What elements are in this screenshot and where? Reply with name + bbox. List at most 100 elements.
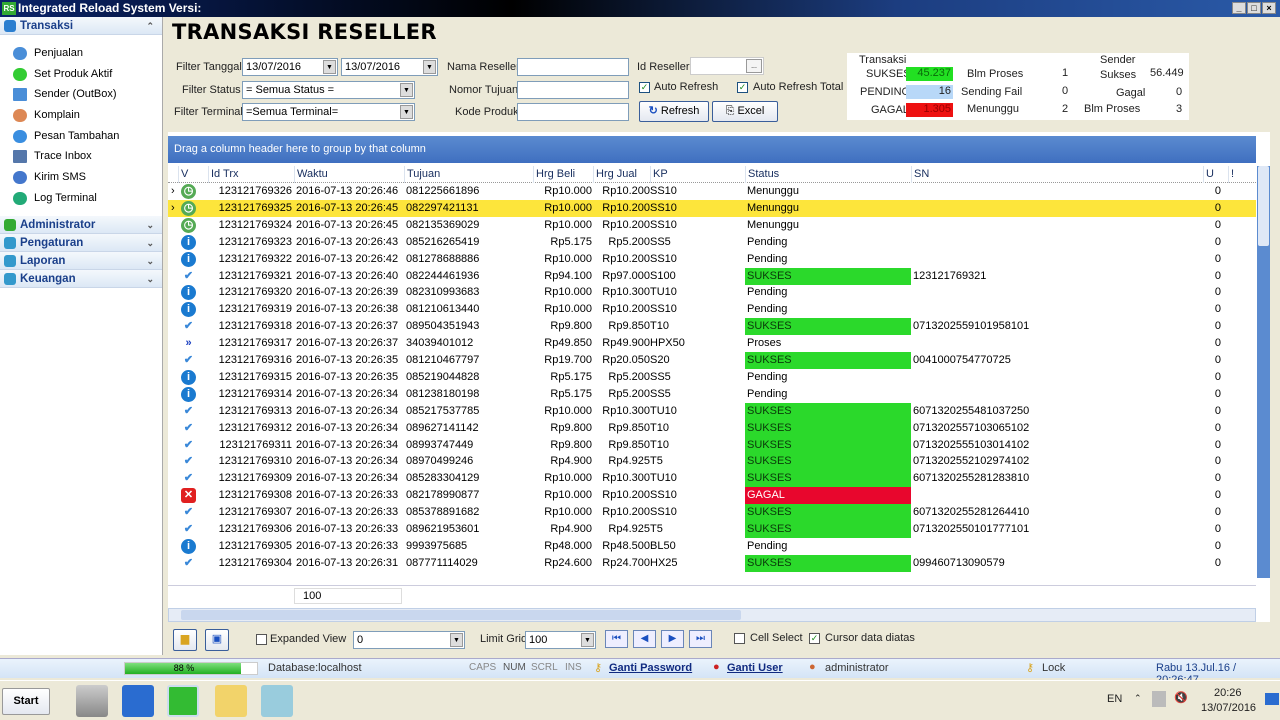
table-row[interactable]: i 123121769322 2016-07-13 20:26:42 08127868… <box>168 251 1256 268</box>
col-flag[interactable]: ! <box>1228 166 1256 183</box>
cursor-top-checkbox[interactable]: ✓ <box>809 633 820 644</box>
col-sn[interactable]: SN <box>911 166 1203 183</box>
tray-expand-icon[interactable]: ⌃ <box>1134 693 1142 704</box>
sidebar-item-sender[interactable]: Sender (OutBox) <box>0 84 162 105</box>
save-button[interactable]: ▣ <box>205 629 229 651</box>
dropdown-arrow-icon[interactable]: ▼ <box>450 633 463 647</box>
col-status[interactable]: Status <box>745 166 911 183</box>
close-button[interactable]: × <box>1262 2 1276 14</box>
table-row[interactable]: › ◷ 123121769325 2016-07-13 20:26:45 0822974… <box>168 199 1256 217</box>
kode-produk-input[interactable] <box>517 103 629 121</box>
sidebar-group-administrator[interactable]: Administrator ⌄ <box>0 215 162 234</box>
maximize-button[interactable]: □ <box>1247 2 1261 14</box>
table-row[interactable]: ✔ 123121769313 2016-07-13 20:26:34 08521753… <box>168 402 1256 420</box>
table-row[interactable]: ✔ 123121769311 2016-07-13 20:26:34 08993747… <box>168 436 1256 454</box>
minimize-button[interactable]: _ <box>1232 2 1246 14</box>
show-desktop-button[interactable] <box>1265 693 1279 705</box>
id-reseller-input[interactable]: ... <box>690 57 764 75</box>
network-icon[interactable] <box>1152 691 1166 707</box>
table-row[interactable]: › ◷ 123121769326 2016-07-13 20:26:46 0812256… <box>168 183 1256 200</box>
col-v[interactable]: V <box>178 166 208 183</box>
chevron-down-icon[interactable]: ⌄ <box>146 270 154 288</box>
table-row[interactable]: ✔ 123121769316 2016-07-13 20:26:35 08121046… <box>168 352 1256 369</box>
language-indicator[interactable]: EN <box>1107 693 1122 705</box>
col-hrg-jual[interactable]: Hrg Jual <box>593 166 650 183</box>
nomor-tujuan-input[interactable] <box>517 81 629 99</box>
sidebar-group-keuangan[interactable]: Keuangan ⌄ <box>0 269 162 288</box>
powershell-icon[interactable] <box>122 685 154 717</box>
dropdown-arrow-icon[interactable]: ▼ <box>423 60 436 74</box>
table-row[interactable]: i 123121769319 2016-07-13 20:26:38 08121061… <box>168 301 1256 318</box>
sidebar-item-penjualan[interactable]: Penjualan <box>0 43 162 64</box>
table-row[interactable]: ✔ 123121769312 2016-07-13 20:26:34 08962714… <box>168 419 1256 437</box>
table-row[interactable]: i 123121769320 2016-07-13 20:26:39 08231099… <box>168 284 1256 301</box>
sidebar-group-transaksi[interactable]: Transaksi ⌃ <box>0 17 162 35</box>
table-row[interactable]: ✔ 123121769310 2016-07-13 20:26:34 08970499… <box>168 453 1256 471</box>
table-row[interactable]: ✔ 123121769321 2016-07-13 20:26:40 08224446… <box>168 267 1256 285</box>
col-waktu[interactable]: Waktu <box>294 166 404 183</box>
table-row[interactable]: ✔ 123121769304 2016-07-13 20:26:31 08777111… <box>168 554 1256 572</box>
table-row[interactable]: i 123121769305 2016-07-13 20:26:33 99939756… <box>168 538 1256 555</box>
sidebar-item-pesan[interactable]: Pesan Tambahan <box>0 126 162 147</box>
col-id-trx[interactable]: Id Trx <box>208 166 294 183</box>
col-kp[interactable]: KP <box>650 166 745 183</box>
chevron-down-icon[interactable]: ⌄ <box>146 252 154 270</box>
sidebar-item-log[interactable]: Log Terminal <box>0 188 162 209</box>
dropdown-arrow-icon[interactable]: ▼ <box>400 83 413 97</box>
dropdown-arrow-icon[interactable]: ▼ <box>400 105 413 119</box>
prev-page-button[interactable]: ◀ <box>633 630 656 648</box>
horizontal-scrollbar[interactable] <box>168 608 1256 622</box>
sidebar-item-sms[interactable]: Kirim SMS <box>0 167 162 188</box>
table-row[interactable]: i 123121769314 2016-07-13 20:26:34 08123818… <box>168 386 1256 403</box>
open-folder-button[interactable]: ▆ <box>173 629 197 651</box>
sidebar-group-laporan[interactable]: Laporan ⌄ <box>0 251 162 270</box>
cell-select-checkbox[interactable] <box>734 633 745 644</box>
sidebar-item-trace[interactable]: Trace Inbox <box>0 146 162 167</box>
notepad-icon[interactable] <box>261 685 293 717</box>
browse-button[interactable]: ... <box>746 59 762 73</box>
dropdown-arrow-icon[interactable]: ▼ <box>323 60 336 74</box>
date-from-picker[interactable]: 13/07/2016 ▼ <box>242 58 338 76</box>
table-row[interactable]: i 123121769323 2016-07-13 20:26:43 08521626… <box>168 234 1256 251</box>
ganti-user-link[interactable]: Ganti User <box>727 662 783 674</box>
status-select[interactable]: = Semua Status = ▼ <box>242 81 415 99</box>
nama-reseller-input[interactable] <box>517 58 629 76</box>
chevron-up-icon[interactable]: ⌃ <box>146 17 154 35</box>
table-row[interactable]: ✔ 123121769318 2016-07-13 20:26:37 08950435… <box>168 318 1256 336</box>
chevron-down-icon[interactable]: ⌄ <box>146 234 154 252</box>
table-row[interactable]: i 123121769315 2016-07-13 20:26:35 08521904… <box>168 369 1256 386</box>
table-row[interactable]: ✔ 123121769307 2016-07-13 20:26:33 08537889… <box>168 504 1256 522</box>
lock-button[interactable]: Lock <box>1042 662 1065 674</box>
vertical-scrollbar[interactable] <box>1257 166 1270 578</box>
col-tujuan[interactable]: Tujuan <box>404 166 533 183</box>
auto-refresh-checkbox[interactable]: ✓ <box>639 82 650 93</box>
table-row[interactable]: ✔ 123121769309 2016-07-13 20:26:34 08528330… <box>168 470 1256 488</box>
table-row[interactable]: ✔ 123121769306 2016-07-13 20:26:33 08962195… <box>168 521 1256 538</box>
sidebar-group-pengaturan[interactable]: Pengaturan ⌄ <box>0 233 162 252</box>
terminal-select[interactable]: =Semua Terminal= ▼ <box>242 103 415 121</box>
sidebar-item-komplain[interactable]: Komplain <box>0 105 162 126</box>
last-page-button[interactable]: ⏭ <box>689 630 712 648</box>
start-button[interactable]: Start <box>2 688 50 715</box>
col-u[interactable]: U <box>1203 166 1228 183</box>
col-hrg-beli[interactable]: Hrg Beli <box>533 166 593 183</box>
explorer-icon[interactable] <box>215 685 247 717</box>
group-panel[interactable]: Drag a column header here to group by th… <box>168 136 1256 163</box>
table-row[interactable]: » 123121769317 2016-07-13 20:26:37 34039401… <box>168 335 1256 352</box>
chevron-down-icon[interactable]: ⌄ <box>146 216 154 234</box>
ganti-password-link[interactable]: Ganti Password <box>609 662 692 674</box>
first-page-button[interactable]: ⏮ <box>605 630 628 648</box>
date-to-picker[interactable]: 13/07/2016 ▼ <box>341 58 438 76</box>
expanded-select[interactable]: 0 ▼ <box>353 631 465 649</box>
auto-refresh-total-checkbox[interactable]: ✓ <box>737 82 748 93</box>
refresh-button[interactable]: ↻ Refresh <box>639 101 709 122</box>
sidebar-item-set-produk[interactable]: Set Produk Aktif <box>0 64 162 85</box>
next-page-button[interactable]: ▶ <box>661 630 684 648</box>
excel-button[interactable]: ⎘ Excel <box>712 101 778 122</box>
table-row[interactable]: ◷ 123121769324 2016-07-13 20:26:45 08213536… <box>168 217 1256 234</box>
reload-system-taskbar-icon[interactable] <box>167 685 199 717</box>
volume-muted-icon[interactable]: 🔇 <box>1174 691 1188 704</box>
dropdown-arrow-icon[interactable]: ▼ <box>581 633 594 647</box>
table-row[interactable]: ✕ 123121769308 2016-07-13 20:26:33 08217899… <box>168 487 1256 505</box>
limit-grid-select[interactable]: 100 ▼ <box>525 631 596 649</box>
